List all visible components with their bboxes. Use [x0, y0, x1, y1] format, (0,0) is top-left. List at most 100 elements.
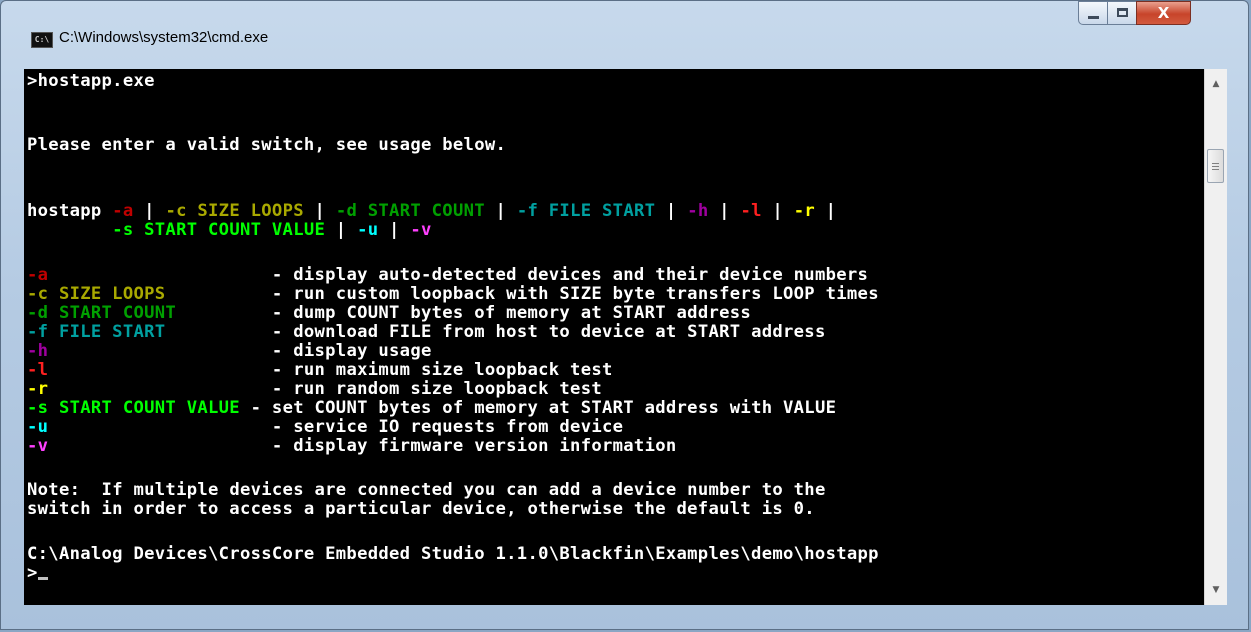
command-text: >hostapp.exe	[27, 71, 155, 91]
text-cursor	[37, 577, 48, 580]
option-row: -h - display usage	[27, 342, 432, 361]
option-row: -s START COUNT VALUE - set COUNT bytes o…	[27, 399, 836, 418]
option-pad	[48, 341, 272, 361]
option-pad	[48, 360, 272, 380]
usage-program: hostapp	[27, 201, 113, 221]
option-description: - download FILE from host to device at S…	[271, 322, 826, 342]
option-args: START COUNT	[48, 303, 177, 323]
usage-line-2: -s START COUNT VALUE | -u | -v	[27, 221, 432, 240]
option-description: - run custom loopback with SIZE byte tra…	[271, 284, 879, 304]
title-bar[interactable]: C:\ C:\Windows\system32\cmd.exe X	[1, 1, 1248, 69]
close-icon: X	[1157, 4, 1170, 22]
option-switch: -c	[27, 284, 49, 304]
chevron-down-icon[interactable]: ▼	[1205, 579, 1227, 601]
minimize-button[interactable]	[1078, 1, 1108, 25]
option-description: - run random size loopback test	[271, 379, 602, 399]
console-line-command: >hostapp.exe	[27, 72, 155, 91]
usage-indent	[27, 220, 112, 240]
usage-separator: |	[378, 220, 411, 240]
chevron-up-icon[interactable]: ▲	[1205, 73, 1227, 95]
option-description: - set COUNT bytes of memory at START add…	[250, 398, 837, 418]
option-pad	[240, 398, 251, 418]
prompt-line[interactable]: >	[27, 564, 48, 583]
option-description: - display firmware version information	[271, 436, 677, 456]
option-description: - dump COUNT bytes of memory at START ad…	[271, 303, 752, 323]
usage-switch-s: -s START COUNT VALUE	[112, 220, 326, 240]
cmd-window: C:\ C:\Windows\system32\cmd.exe X >hosta…	[0, 0, 1249, 630]
minimize-icon	[1088, 16, 1099, 19]
option-switch: -h	[27, 341, 49, 361]
prompt-char: >	[27, 563, 38, 583]
option-pad	[165, 284, 271, 304]
option-row: -u - service IO requests from device	[27, 418, 623, 437]
option-pad	[48, 417, 272, 437]
usage-switch-d: -d START COUNT	[335, 201, 485, 221]
usage-switch-u: -u	[357, 220, 379, 240]
usage-switch-a: -a	[112, 201, 134, 221]
maximize-icon	[1117, 8, 1128, 17]
grip-line	[1212, 166, 1219, 167]
option-description: - display auto-detected devices and thei…	[271, 265, 869, 285]
scrollbar-thumb[interactable]	[1207, 149, 1224, 183]
option-switch: -s	[27, 398, 49, 418]
grip-line	[1212, 163, 1219, 164]
option-switch: -l	[27, 360, 49, 380]
vertical-scrollbar[interactable]: ▲ ▼	[1204, 69, 1227, 605]
usage-switch-r: -r	[793, 201, 816, 221]
option-description: - run maximum size loopback test	[271, 360, 613, 380]
option-pad	[165, 322, 271, 342]
note-line-1: Note: If multiple devices are connected …	[27, 481, 826, 500]
option-switch: -u	[27, 417, 49, 437]
cwd-line: C:\Analog Devices\CrossCore Embedded Stu…	[27, 545, 879, 564]
usage-switch-h: -h	[687, 201, 709, 221]
usage-separator: |	[815, 201, 837, 221]
usage-separator: |	[133, 201, 166, 221]
option-pad	[48, 436, 272, 456]
usage-separator: |	[761, 201, 794, 221]
usage-switch-f: -f FILE START	[516, 201, 656, 221]
console-line-error: Please enter a valid switch, see usage b…	[27, 136, 506, 155]
usage-separator: |	[655, 201, 688, 221]
option-description: - service IO requests from device	[271, 417, 624, 437]
close-button[interactable]: X	[1136, 1, 1191, 25]
usage-switch-v: -v	[410, 220, 432, 240]
option-row: -l - run maximum size loopback test	[27, 361, 613, 380]
option-switch: -a	[27, 265, 49, 285]
option-args: START COUNT VALUE	[48, 398, 240, 418]
option-switch: -r	[27, 379, 49, 399]
note-line-2: switch in order to access a particular d…	[27, 500, 815, 519]
option-row: -d START COUNT - dump COUNT bytes of mem…	[27, 304, 751, 323]
usage-separator: |	[303, 201, 336, 221]
usage-switch-l: -l	[740, 201, 762, 221]
usage-separator: |	[708, 201, 741, 221]
option-switch: -d	[27, 303, 49, 323]
option-description: - display usage	[271, 341, 432, 361]
grip-line	[1212, 169, 1219, 170]
usage-separator: |	[325, 220, 358, 240]
current-directory: C:\Analog Devices\CrossCore Embedded Stu…	[27, 544, 879, 564]
option-args: FILE START	[48, 322, 166, 342]
option-row: -c SIZE LOOPS - run custom loopback with…	[27, 285, 879, 304]
error-message: Please enter a valid switch, see usage b…	[27, 135, 507, 155]
option-args: SIZE LOOPS	[48, 284, 166, 304]
note-text-1: If multiple devices are connected you ca…	[80, 480, 826, 500]
option-row: -a - display auto-detected devices and t…	[27, 266, 868, 285]
maximize-button[interactable]	[1107, 1, 1137, 25]
cmd-icon[interactable]: C:\	[31, 32, 53, 48]
console-output[interactable]: >hostapp.exe Please enter a valid switch…	[24, 69, 1204, 605]
note-label: Note:	[27, 480, 81, 500]
window-title: C:\Windows\system32\cmd.exe	[59, 29, 269, 46]
cmd-icon-text: C:\	[34, 35, 50, 44]
usage-switch-c: -c SIZE LOOPS	[165, 201, 304, 221]
note-text-2: switch in order to access a particular d…	[27, 499, 815, 519]
option-pad	[48, 265, 272, 285]
usage-line-1: hostapp -a | -c SIZE LOOPS | -d START CO…	[27, 202, 836, 221]
option-pad	[176, 303, 272, 323]
usage-separator: |	[484, 201, 517, 221]
option-switch: -v	[27, 436, 49, 456]
option-pad	[48, 379, 272, 399]
option-row: -f FILE START - download FILE from host …	[27, 323, 826, 342]
option-row: -r - run random size loopback test	[27, 380, 602, 399]
option-switch: -f	[27, 322, 49, 342]
option-row: -v - display firmware version informatio…	[27, 437, 677, 456]
